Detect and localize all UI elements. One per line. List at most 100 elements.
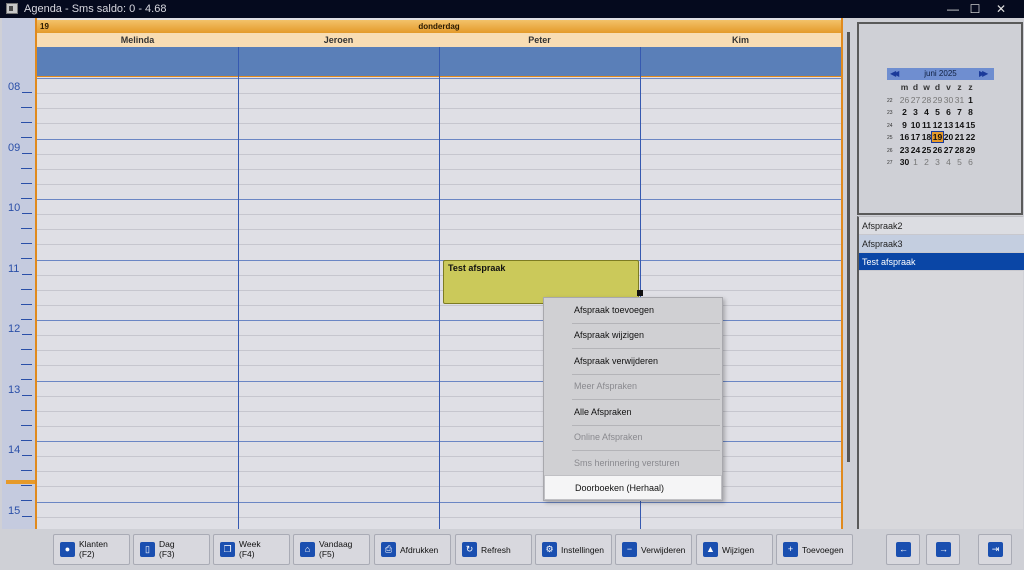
calendar-day[interactable]: 15 (965, 120, 976, 130)
refresh-button[interactable]: ↻ Refresh (455, 534, 532, 565)
hour-label: 10 (8, 202, 21, 214)
quarter-tick (21, 485, 32, 486)
menu-item-online-afspraken[interactable]: Online Afspraken (544, 425, 722, 450)
vandaag-button[interactable]: ⌂ Vandaag (F5) (293, 534, 370, 565)
calendar-day[interactable]: 16 (899, 132, 910, 142)
week-number: 26 (887, 147, 893, 154)
quarter-tick (21, 258, 32, 259)
column-header-kim[interactable]: Kim (640, 35, 841, 45)
week-button[interactable]: ❐ Week (F4) (213, 534, 290, 565)
calendar-day[interactable]: 3 (932, 157, 943, 167)
hour-tick (22, 213, 32, 214)
calendar-day[interactable]: 27 (910, 95, 921, 105)
instellingen-button[interactable]: ⚙ Instellingen (535, 534, 612, 565)
hour-gutter: 08 09 10 11 12 13 14 15 (2, 78, 35, 562)
list-item[interactable]: Afspraak3 (859, 235, 1024, 253)
calendar-day[interactable]: 9 (899, 120, 910, 130)
quarter-tick (21, 439, 32, 441)
calendar-day[interactable]: 30 (943, 95, 954, 105)
hour-tick (22, 92, 32, 93)
dag-button[interactable]: ▯ Dag (F3) (133, 534, 210, 565)
toevoegen-button[interactable]: + Toevoegen (776, 534, 853, 565)
hour-tick (22, 455, 32, 456)
calendar-day[interactable]: 7 (954, 107, 965, 117)
dag-label: Dag (F3) (159, 539, 175, 559)
triangle-up-icon: ▲ (703, 542, 718, 557)
calendar-day[interactable]: 14 (954, 120, 965, 130)
calendar-day[interactable]: 5 (932, 107, 943, 117)
calendar-day[interactable]: 26 (932, 145, 943, 155)
window-title: Agenda - Sms saldo: 0 - 4.68 (24, 3, 167, 15)
quarter-tick (21, 349, 32, 350)
week-number: 24 (887, 122, 893, 129)
calendar-day[interactable]: 4 (921, 107, 932, 117)
calendar-day[interactable]: 8 (965, 107, 976, 117)
week-row: 25 16 17 18 19 20 21 22 (887, 131, 997, 144)
calendar-day[interactable]: 2 (921, 157, 932, 167)
menu-item-doorboeken[interactable]: Doorboeken (Herhaal) (544, 475, 722, 500)
calendar-day[interactable]: 6 (965, 157, 976, 167)
column-header-jeroen[interactable]: Jeroen (238, 35, 439, 45)
week-row: 22 26 27 28 29 30 31 1 (887, 95, 997, 107)
calendar-day[interactable]: 18 (921, 132, 932, 142)
calendar-day[interactable]: 30 (899, 157, 910, 167)
calendar-day[interactable]: 22 (965, 132, 976, 142)
hour-label: 14 (8, 444, 21, 456)
column-header-peter[interactable]: Peter (439, 35, 640, 45)
calendar-day[interactable]: 28 (921, 95, 932, 105)
list-item[interactable]: Afspraak2 (859, 217, 1024, 235)
exit-button[interactable]: ⇥ (978, 534, 1012, 565)
calendar-day[interactable]: 6 (943, 107, 954, 117)
calendar-day[interactable]: 24 (910, 145, 921, 155)
calendar-day[interactable]: 12 (932, 120, 943, 130)
week-number: 25 (887, 135, 893, 141)
menu-item-afspraak-toevoegen[interactable]: Afspraak toevoegen (544, 298, 722, 323)
calendar-day[interactable]: 10 (910, 120, 921, 130)
calendar-day[interactable]: 27 (943, 145, 954, 155)
menu-item-alle-afspraken[interactable]: Alle Afspraken (544, 400, 722, 425)
next-button[interactable]: → (926, 534, 960, 565)
calendar-day[interactable]: 20 (943, 132, 954, 142)
calendar-day[interactable]: 1 (910, 157, 921, 167)
calendar-day[interactable]: 21 (954, 132, 965, 142)
verwijderen-button[interactable]: − Verwijderen (615, 534, 692, 565)
afdrukken-button[interactable]: ⎙ Afdrukken (374, 534, 451, 565)
appointment-resize-handle[interactable] (637, 290, 643, 296)
week-line2: (F4) (239, 549, 255, 559)
gears-icon: ⚙ (542, 542, 557, 557)
scrollbar-thumb[interactable] (847, 32, 850, 462)
menu-item-sms-herinnering[interactable]: Sms herinnering versturen (544, 451, 722, 476)
calendar-day[interactable]: 3 (910, 107, 921, 117)
calendar-day[interactable]: 29 (965, 145, 976, 155)
calendar-day[interactable]: 19 (931, 131, 944, 143)
klanten-button[interactable]: ● Klanten (F2) (53, 534, 130, 565)
calendar-day[interactable]: 31 (954, 95, 965, 105)
calendar-day[interactable]: 11 (921, 120, 932, 130)
calendar-day[interactable]: 1 (965, 95, 976, 105)
vertical-scrollbar[interactable] (846, 32, 852, 462)
menu-item-meer-afspraken[interactable]: Meer Afspraken (544, 374, 722, 399)
weekday-label: d (934, 82, 941, 92)
calendar-day[interactable]: 25 (921, 145, 932, 155)
menu-item-afspraak-verwijderen[interactable]: Afspraak verwijderen (544, 349, 722, 374)
menu-item-afspraak-wijzigen[interactable]: Afspraak wijzigen (544, 323, 722, 348)
calendar-day[interactable]: 13 (943, 120, 954, 130)
calendar-day[interactable]: 29 (932, 95, 943, 105)
mini-calendar-title: juni 2025 (924, 69, 957, 78)
week-row: 24 9 10 11 12 13 14 15 (887, 120, 997, 132)
calendar-day[interactable]: 2 (899, 107, 910, 117)
calendar-day[interactable]: 28 (954, 145, 965, 155)
previous-button[interactable]: ← (886, 534, 920, 565)
calendar-day[interactable]: 17 (910, 132, 921, 142)
calendar-day[interactable]: 23 (899, 145, 910, 155)
calendar-day[interactable]: 4 (943, 157, 954, 167)
calendar-day[interactable]: 26 (899, 95, 910, 105)
agenda-window: Agenda - Sms saldo: 0 - 4.68 — ☐ ✕ 08 09 1… (0, 0, 1024, 570)
wijzigen-button[interactable]: ▲ Wijzigen (696, 534, 773, 565)
weekday-label: w (923, 82, 930, 92)
calendar-day[interactable]: 5 (954, 157, 965, 167)
column-header-melinda[interactable]: Melinda (37, 35, 238, 45)
close-button[interactable]: ✕ (978, 0, 1024, 18)
next-month-icon[interactable]: ▶▶ (979, 69, 988, 78)
list-item[interactable]: Test afspraak (859, 253, 1024, 271)
